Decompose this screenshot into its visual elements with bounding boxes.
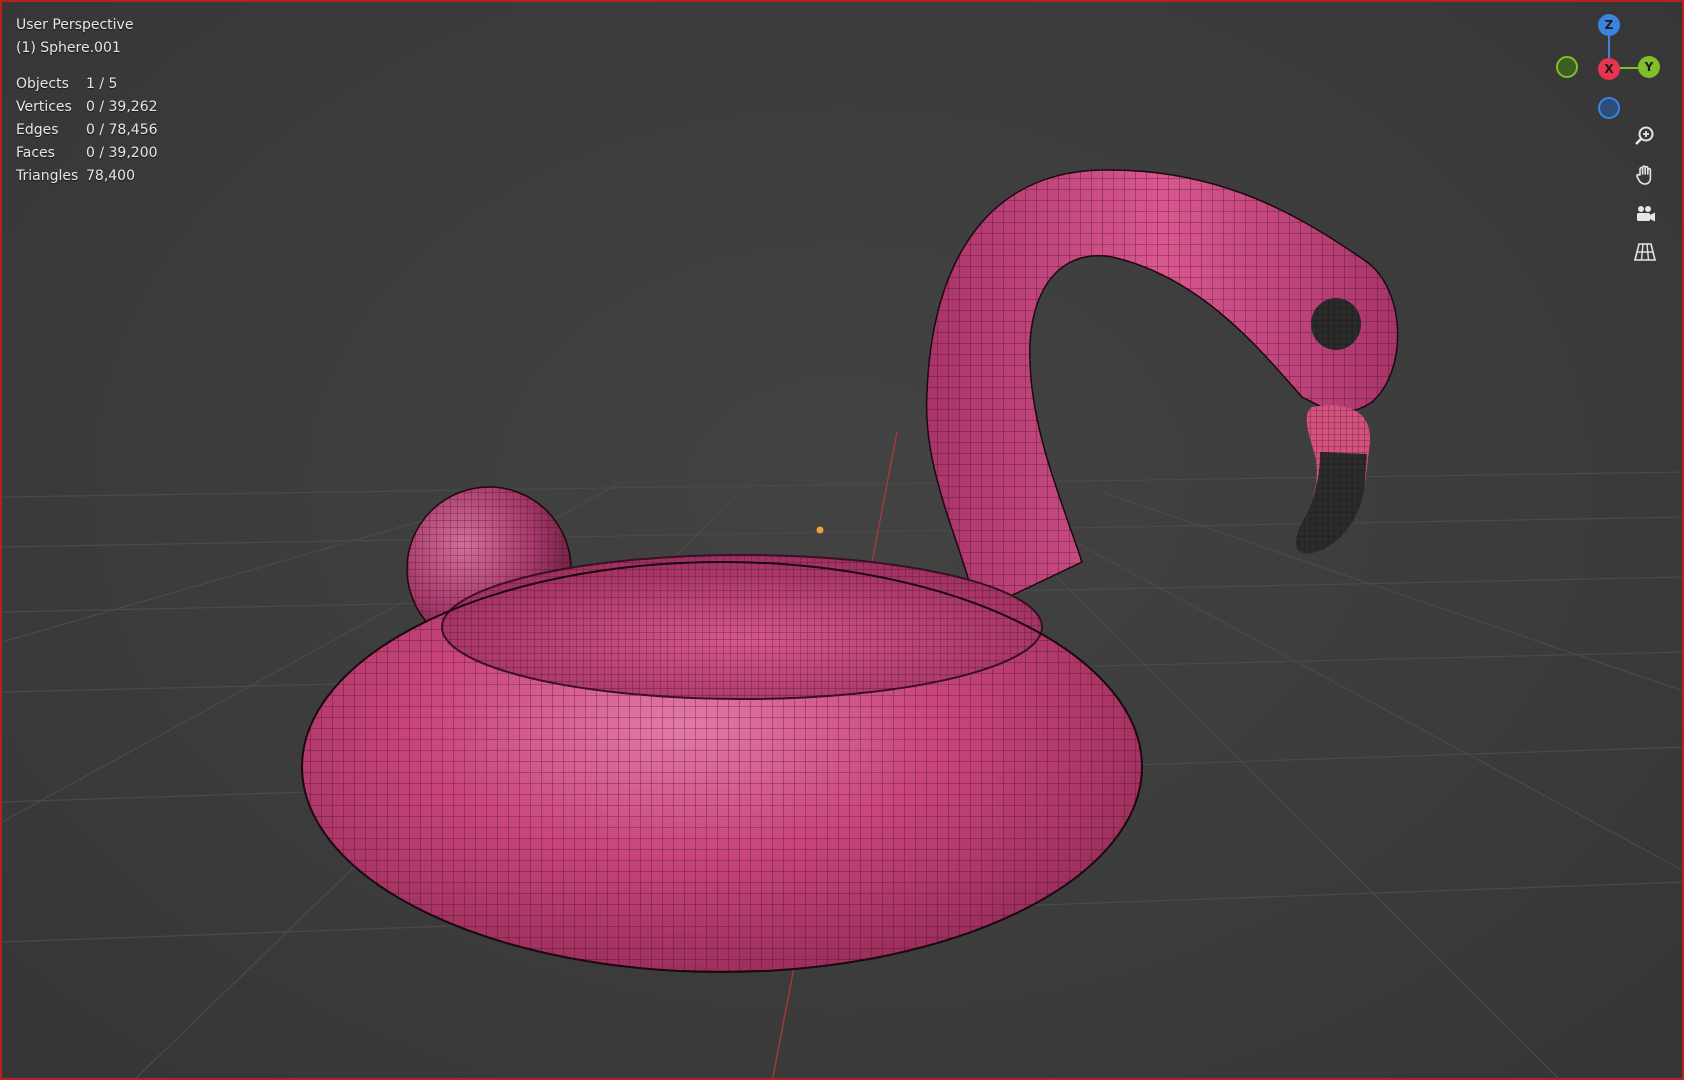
stat-value: 0 / 39,200 <box>86 145 158 161</box>
zoom-button[interactable] <box>1629 120 1661 152</box>
perspective-grid-icon <box>1633 243 1657 261</box>
stat-label: Faces <box>16 145 55 161</box>
stat-objects: Objects 1 / 5 <box>16 73 158 96</box>
navigation-gizmo[interactable]: Z X Y <box>1542 14 1672 124</box>
perspective-toggle-button[interactable] <box>1629 236 1661 268</box>
3d-viewport[interactable]: User Perspective (1) Sphere.001 Objects … <box>0 0 1684 1080</box>
stat-label: Vertices <box>16 99 72 115</box>
x-axis-ball[interactable]: X <box>1598 58 1620 80</box>
active-object-name: (1) Sphere.001 <box>16 40 121 56</box>
view-name: User Perspective <box>16 17 134 33</box>
viewport-info-overlay: User Perspective (1) Sphere.001 Objects … <box>16 14 158 201</box>
stat-value: 0 / 78,456 <box>86 122 158 138</box>
stat-label: Edges <box>16 122 59 138</box>
neg-y-axis-ball[interactable] <box>1556 56 1578 78</box>
stat-label: Triangles <box>16 168 79 184</box>
stat-faces: Faces 0 / 39,200 <box>16 142 158 165</box>
neg-z-axis-ball[interactable] <box>1598 97 1620 119</box>
camera-icon <box>1637 206 1655 222</box>
flamingo-eye <box>1311 298 1361 350</box>
zoom-icon <box>1635 126 1654 145</box>
camera-view-button[interactable] <box>1629 198 1661 230</box>
scene-canvas[interactable] <box>2 2 1684 1080</box>
stat-edges: Edges 0 / 78,456 <box>16 119 158 142</box>
flamingo-beak <box>1295 405 1371 554</box>
pan-button[interactable] <box>1629 159 1661 191</box>
stat-label: Objects <box>16 76 69 92</box>
stat-triangles: Triangles 78,400 <box>16 165 158 188</box>
stat-vertices: Vertices 0 / 39,262 <box>16 96 158 119</box>
y-axis-ball[interactable]: Y <box>1638 56 1660 78</box>
z-axis-ball[interactable]: Z <box>1598 14 1620 36</box>
stat-value: 78,400 <box>86 168 135 184</box>
stat-value: 1 / 5 <box>86 76 118 92</box>
pan-hand-icon <box>1636 165 1652 185</box>
statistics-panel: Objects 1 / 5 Vertices 0 / 39,262 Edges … <box>16 73 158 188</box>
object-origin-dot <box>816 526 824 534</box>
stat-value: 0 / 39,262 <box>86 99 158 115</box>
